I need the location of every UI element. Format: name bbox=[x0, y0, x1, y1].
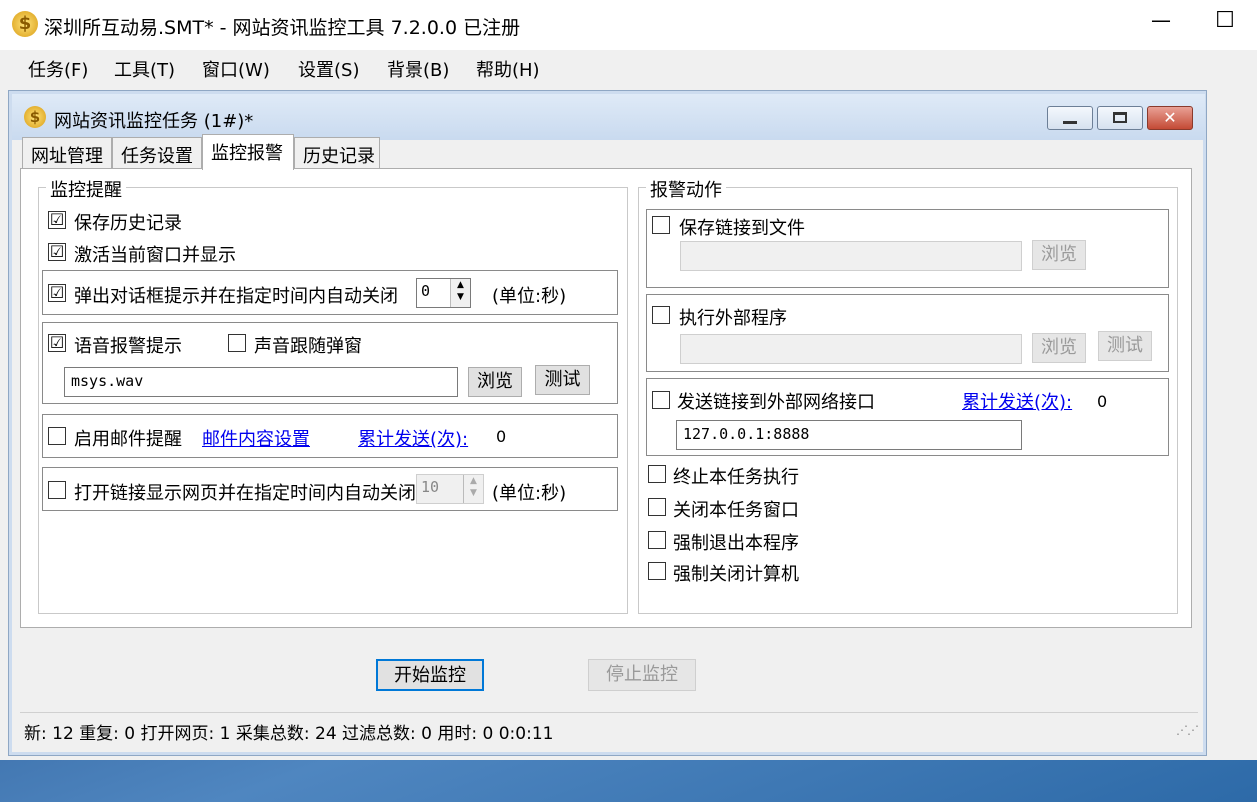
open-link-label: 打开链接显示网页并在指定时间内自动关闭 bbox=[74, 483, 416, 504]
send-network-sent-count: 0 bbox=[1097, 392, 1108, 411]
maximize-button[interactable]: ☐ bbox=[1210, 8, 1240, 38]
save-file-path-input[interactable] bbox=[680, 241, 1022, 271]
email-label: 启用邮件提醒 bbox=[74, 429, 182, 450]
popup-checkbox[interactable]: ☑ bbox=[48, 284, 66, 302]
start-monitor-button[interactable]: 开始监控 bbox=[376, 659, 484, 691]
menu-window[interactable]: 窗口(W) bbox=[202, 56, 270, 82]
exec-program-browse-button[interactable]: 浏览 bbox=[1032, 333, 1086, 363]
dollar-logo-icon: $ bbox=[12, 11, 38, 37]
close-icon: ✕ bbox=[1163, 108, 1177, 127]
menu-task[interactable]: 任务(F) bbox=[28, 56, 88, 82]
minimize-button[interactable]: — bbox=[1146, 8, 1176, 38]
menu-bar: 任务(F) 工具(T) 窗口(W) 设置(S) 背景(B) 帮助(H) bbox=[0, 50, 1257, 88]
email-checkbox[interactable] bbox=[48, 427, 66, 445]
dollar-logo-icon: $ bbox=[24, 106, 46, 128]
send-network-address-value: 127.0.0.1:8888 bbox=[683, 425, 810, 443]
email-sent-link[interactable]: 累计发送(次): bbox=[358, 425, 468, 451]
tab-monitor-alarm[interactable]: 监控报警 bbox=[202, 134, 294, 170]
voice-browse-button[interactable]: 浏览 bbox=[468, 367, 522, 397]
save-file-label: 保存链接到文件 bbox=[679, 218, 805, 239]
email-sent-count: 0 bbox=[496, 427, 507, 446]
exec-program-test-button[interactable]: 测试 bbox=[1098, 331, 1152, 361]
voice-test-button[interactable]: 测试 bbox=[535, 365, 590, 395]
task-title-bar: $ 网站资讯监控任务 (1#)* ✕ bbox=[12, 94, 1205, 140]
open-link-seconds-value: 10 bbox=[421, 478, 440, 496]
close-window-label: 关闭本任务窗口 bbox=[673, 500, 799, 521]
voice-label: 语音报警提示 bbox=[74, 336, 182, 357]
menu-tools[interactable]: 工具(T) bbox=[114, 56, 175, 82]
send-network-address-input[interactable]: 127.0.0.1:8888 bbox=[676, 420, 1022, 450]
spin-up-icon[interactable]: ▲ bbox=[451, 279, 470, 291]
tab-url-manage[interactable]: 网址管理 bbox=[22, 137, 112, 169]
spin-up-icon[interactable]: ▲ bbox=[464, 475, 483, 487]
quit-program-checkbox[interactable] bbox=[648, 531, 666, 549]
exec-program-label: 执行外部程序 bbox=[679, 308, 787, 329]
task-minimize-button[interactable] bbox=[1047, 106, 1093, 130]
stop-monitor-button[interactable]: 停止监控 bbox=[588, 659, 696, 691]
task-close-button[interactable]: ✕ bbox=[1147, 106, 1193, 130]
stop-task-label: 终止本任务执行 bbox=[673, 467, 799, 488]
open-link-unit: (单位:秒) bbox=[492, 483, 567, 504]
send-network-label: 发送链接到外部网络接口 bbox=[677, 392, 875, 413]
spin-down-icon[interactable]: ▼ bbox=[451, 291, 470, 303]
menu-settings[interactable]: 设置(S) bbox=[298, 56, 359, 82]
open-link-checkbox[interactable] bbox=[48, 481, 66, 499]
open-link-seconds-spinner[interactable]: ▲ ▼ bbox=[463, 475, 483, 503]
popup-unit: (单位:秒) bbox=[492, 286, 567, 307]
quit-program-label: 强制退出本程序 bbox=[673, 533, 799, 554]
minimize-icon bbox=[1063, 121, 1077, 124]
restore-icon bbox=[1113, 112, 1127, 123]
tab-history[interactable]: 历史记录 bbox=[294, 137, 380, 169]
stop-task-checkbox[interactable] bbox=[648, 465, 666, 483]
voice-follow-checkbox[interactable] bbox=[228, 334, 246, 352]
save-history-checkbox[interactable]: ☑ bbox=[48, 211, 66, 229]
send-network-checkbox[interactable] bbox=[652, 391, 670, 409]
tab-task-settings[interactable]: 任务设置 bbox=[112, 137, 202, 169]
shutdown-checkbox[interactable] bbox=[648, 562, 666, 580]
save-file-browse-button[interactable]: 浏览 bbox=[1032, 240, 1086, 270]
menu-background[interactable]: 背景(B) bbox=[387, 56, 449, 82]
save-history-label: 保存历史记录 bbox=[74, 213, 182, 234]
send-network-sent-link[interactable]: 累计发送(次): bbox=[962, 388, 1072, 414]
close-window-checkbox[interactable] bbox=[648, 498, 666, 516]
activate-window-checkbox[interactable]: ☑ bbox=[48, 243, 66, 261]
exec-program-path-input[interactable] bbox=[680, 334, 1022, 364]
spin-down-icon[interactable]: ▼ bbox=[464, 487, 483, 499]
menu-help[interactable]: 帮助(H) bbox=[476, 56, 540, 82]
status-text: 新: 12 重复: 0 打开网页: 1 采集总数: 24 过滤总数: 0 用时:… bbox=[24, 724, 554, 744]
shutdown-label: 强制关闭计算机 bbox=[673, 564, 799, 585]
activate-window-label: 激活当前窗口并显示 bbox=[74, 245, 236, 266]
resize-grip-icon[interactable]: ⋰⋰ bbox=[1176, 723, 1199, 737]
task-restore-button[interactable] bbox=[1097, 106, 1143, 130]
popup-label: 弹出对话框提示并在指定时间内自动关闭 bbox=[74, 286, 398, 307]
voice-file-input[interactable]: msys.wav bbox=[64, 367, 458, 397]
voice-file-value: msys.wav bbox=[71, 372, 144, 390]
voice-checkbox[interactable]: ☑ bbox=[48, 334, 66, 352]
save-file-checkbox[interactable] bbox=[652, 216, 670, 234]
popup-seconds-spinner[interactable]: ▲ ▼ bbox=[450, 279, 470, 307]
task-window-title: 网站资讯监控任务 (1#)* bbox=[54, 111, 254, 132]
email-settings-link[interactable]: 邮件内容设置 bbox=[202, 425, 310, 451]
monitor-group-title: 监控提醒 bbox=[46, 176, 126, 202]
status-bar: 新: 12 重复: 0 打开网页: 1 采集总数: 24 过滤总数: 0 用时:… bbox=[20, 712, 1199, 746]
voice-follow-label: 声音跟随弹窗 bbox=[254, 336, 362, 357]
app-title: 深圳所互动易.SMT* - 网站资讯监控工具 7.2.0.0 已注册 bbox=[44, 17, 521, 39]
exec-program-checkbox[interactable] bbox=[652, 306, 670, 324]
app-title-bar: $ 深圳所互动易.SMT* - 网站资讯监控工具 7.2.0.0 已注册 — ☐ bbox=[0, 0, 1257, 50]
alarm-group-title: 报警动作 bbox=[646, 176, 726, 202]
popup-seconds-value: 0 bbox=[421, 282, 431, 300]
